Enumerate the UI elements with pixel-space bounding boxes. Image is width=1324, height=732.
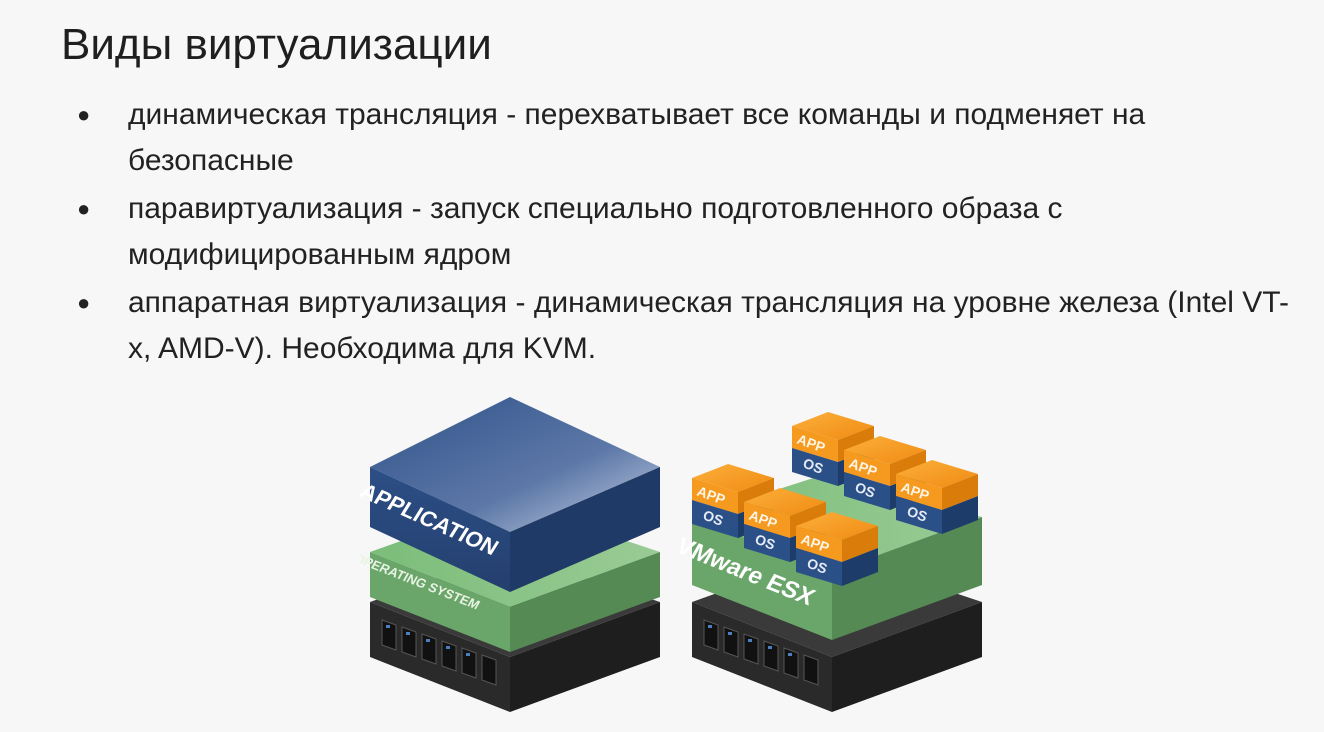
right-stack: VMware ESX APPOS APPOS APPOSAPPOS APPOS APPO…: [671, 412, 982, 712]
bullet-list: ● динамическая трансляция - перехватывае…: [0, 92, 1324, 374]
left-stack: OPERATING SYSTEM APPLICATION: [360, 397, 660, 712]
bullet-marker: ●: [77, 102, 91, 127]
bullet-marker: ●: [77, 290, 91, 315]
virtualization-diagram: OPERATING SYSTEM APPLICATION VMware ESX …: [360, 392, 990, 722]
virtualization-illustration: OPERATING SYSTEM APPLICATION VMware ESX …: [360, 397, 982, 712]
bullet-marker: ●: [77, 196, 91, 221]
vm-block: APPOS: [796, 512, 878, 586]
bullet-dynamic-translation: ● динамическая трансляция - перехватывае…: [0, 92, 1324, 184]
bullet-text: аппаратная виртуализация - динамическая …: [128, 286, 1289, 365]
bullet-text: паравиртуализация - запуск специально по…: [128, 192, 1063, 271]
vm-block: APPOS: [896, 460, 978, 534]
bullet-text: динамическая трансляция - перехватывает …: [128, 98, 1146, 177]
bullet-hardware-virtualization: ● аппаратная виртуализация - динамическа…: [0, 280, 1324, 372]
bullet-paravirtualization: ● паравиртуализация - запуск специально …: [0, 186, 1324, 278]
slide-title: Виды виртуализации: [61, 20, 492, 69]
